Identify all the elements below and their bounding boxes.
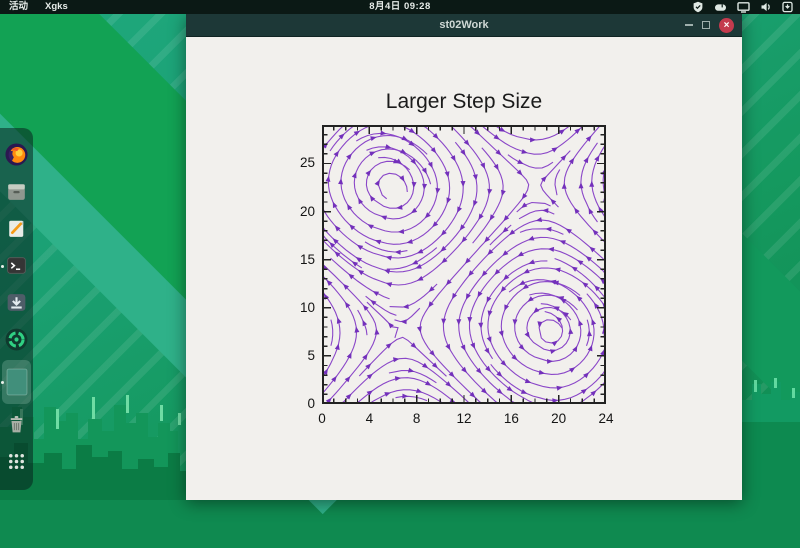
restore-button[interactable] xyxy=(702,21,710,29)
plot-title: Larger Step Size xyxy=(385,90,543,113)
x-tick-label: 0 xyxy=(318,411,326,426)
x-tick-label: 12 xyxy=(456,411,472,426)
window-titlebar[interactable]: st02Work × xyxy=(186,14,742,37)
battery-icon[interactable] xyxy=(782,1,793,13)
y-tick-label: 0 xyxy=(307,396,315,411)
x-tick-label: 16 xyxy=(503,411,519,426)
dock-item-xgks-app[interactable] xyxy=(0,358,33,406)
y-tick-label: 25 xyxy=(299,155,315,171)
downloads-icon xyxy=(4,290,29,315)
app-grid-icon xyxy=(4,449,29,474)
x-tick-label: 8 xyxy=(412,411,421,426)
top-bar: 活动 Xgks 8月4日 09:28 xyxy=(0,0,800,14)
shield-check-icon[interactable] xyxy=(692,1,704,13)
dock-item-terminal[interactable] xyxy=(0,247,33,284)
dock-item-text-editor[interactable] xyxy=(0,210,33,247)
dock-item-software-update[interactable] xyxy=(0,321,33,358)
dock xyxy=(0,128,33,490)
display-icon[interactable] xyxy=(737,1,750,13)
input-device-icon[interactable] xyxy=(714,1,727,13)
skyline-right xyxy=(742,378,800,500)
minimize-button[interactable] xyxy=(685,24,693,26)
dock-item-downloads[interactable] xyxy=(0,284,33,321)
clock[interactable]: 8月4日 09:28 xyxy=(369,0,431,14)
dock-item-trash[interactable] xyxy=(0,406,33,443)
xgks-app-icon xyxy=(4,364,30,400)
software-update-icon xyxy=(4,327,29,352)
y-tick-label: 10 xyxy=(299,299,315,315)
y-tick-label: 5 xyxy=(307,347,315,363)
terminal-icon xyxy=(4,253,29,278)
dock-item-firefox[interactable] xyxy=(0,136,33,173)
window-title: st02Work xyxy=(439,19,489,31)
app-window: st02Work × Larger Step Size 0 4 8 12 16 20 24 … xyxy=(186,14,742,500)
y-tick-label: 20 xyxy=(299,203,315,219)
firefox-icon xyxy=(4,142,29,167)
x-tick-label: 24 xyxy=(598,411,614,426)
app-menu[interactable]: Xgks xyxy=(45,0,68,14)
dock-item-app-grid[interactable] xyxy=(0,443,33,480)
streamline-plot xyxy=(322,125,606,404)
x-tick-label: 4 xyxy=(365,411,374,426)
file-archive-icon xyxy=(4,179,29,204)
dock-item-file-archive[interactable] xyxy=(0,173,33,210)
y-tick-label: 15 xyxy=(299,251,315,267)
text-editor-icon xyxy=(4,216,29,241)
status-area[interactable] xyxy=(692,0,793,14)
x-tick-label: 20 xyxy=(551,411,567,426)
activities-button[interactable]: 活动 xyxy=(9,0,28,14)
volume-icon[interactable] xyxy=(760,1,772,13)
trash-icon xyxy=(4,412,29,437)
close-button[interactable]: × xyxy=(719,17,734,33)
